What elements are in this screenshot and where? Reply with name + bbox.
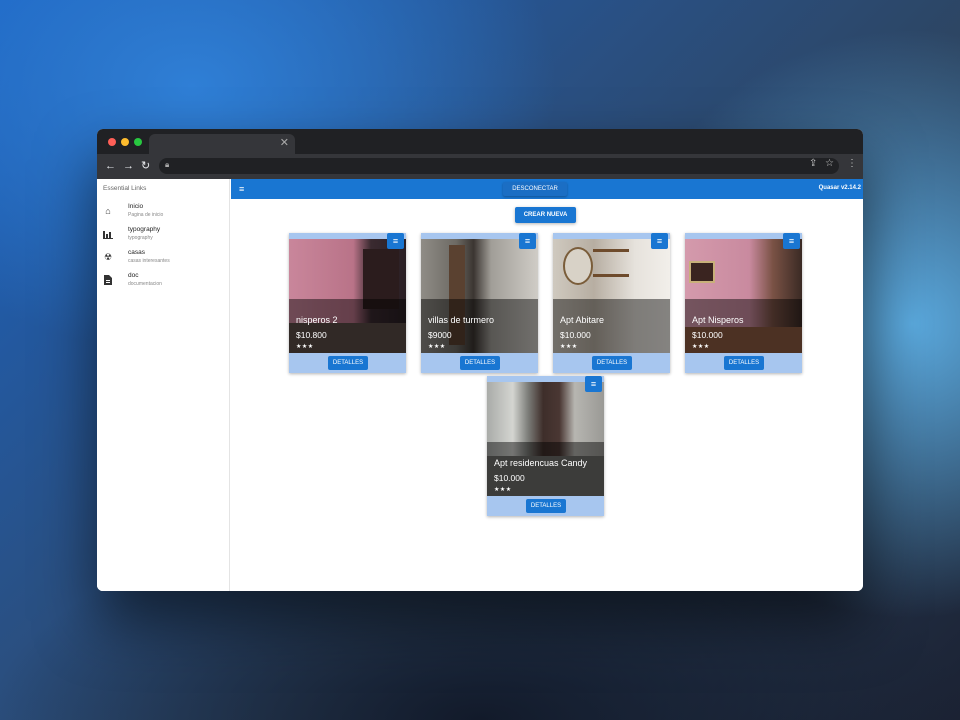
sidebar-item-doc[interactable]: doc documentacion bbox=[97, 270, 229, 292]
sidebar-item-caption: Pagina de inicio bbox=[128, 212, 164, 218]
drawer-header: Essential Links bbox=[103, 185, 147, 192]
details-button[interactable]: DETALLES bbox=[460, 356, 500, 370]
close-icon[interactable]: ✕ bbox=[280, 136, 289, 149]
card-price: $10.000 bbox=[560, 330, 591, 340]
card-menu-button[interactable]: ≡ bbox=[387, 233, 404, 249]
sidebar-item-label: Inicio bbox=[128, 203, 144, 210]
create-new-button[interactable]: CREAR NUEVA bbox=[515, 207, 576, 223]
sidebar-item-typography[interactable]: typography typography bbox=[97, 224, 229, 246]
browser-window: ✕ ← → ↻ 🔒︎ ⇪ ☆ ⋮ Essential Links ⌂ Inici… bbox=[97, 129, 863, 591]
property-card: Apt Abitare $10.000 ★★★ ≡ DETALLES bbox=[553, 233, 670, 373]
sidebar-item-casas[interactable]: ☢ casas casas interesantes bbox=[97, 247, 229, 269]
details-button[interactable]: DETALLES bbox=[328, 356, 368, 370]
share-icon[interactable]: ⇪ bbox=[809, 158, 817, 169]
property-photo: Apt Abitare $10.000 ★★★ bbox=[553, 239, 670, 353]
card-menu-button[interactable]: ≡ bbox=[783, 233, 800, 249]
card-menu-button[interactable]: ≡ bbox=[585, 376, 602, 392]
card-title: Apt Nisperos bbox=[692, 315, 744, 325]
url-field[interactable]: 🔒︎ bbox=[159, 158, 839, 174]
property-card: villas de turmero $9000 ★★★ ≡ DETALLES bbox=[421, 233, 538, 373]
casas-icon: ☢ bbox=[103, 252, 113, 262]
property-photo: villas de turmero $9000 ★★★ bbox=[421, 239, 538, 353]
card-rating: ★★★ bbox=[692, 344, 710, 350]
card-rating: ★★★ bbox=[296, 344, 314, 350]
forward-icon[interactable]: → bbox=[123, 159, 134, 173]
property-photo: Apt Nisperos $10.000 ★★★ bbox=[685, 239, 802, 353]
card-price: $10.000 bbox=[494, 473, 525, 483]
card-price: $10.800 bbox=[296, 330, 327, 340]
card-title: Apt residencuas Candy bbox=[494, 458, 588, 468]
property-card: nisperos 2 $10.800 ★★★ ≡ DETALLES bbox=[289, 233, 406, 373]
sidebar-item-caption: typography bbox=[128, 235, 153, 241]
sidebar-item-label: doc bbox=[128, 272, 139, 279]
minimize-window-button[interactable] bbox=[121, 138, 129, 146]
browser-tab[interactable]: ✕ bbox=[149, 134, 295, 154]
doc-icon bbox=[103, 275, 113, 285]
address-bar: ← → ↻ 🔒︎ ⇪ ☆ ⋮ bbox=[97, 154, 863, 179]
reload-icon[interactable]: ↻ bbox=[141, 159, 150, 173]
home-icon: ⌂ bbox=[105, 206, 111, 216]
sidebar-item-caption: casas interesantes bbox=[128, 258, 170, 264]
property-card: Apt Nisperos $10.000 ★★★ ≡ DETALLES bbox=[685, 233, 802, 373]
card-menu-button[interactable]: ≡ bbox=[519, 233, 536, 249]
property-photo: nisperos 2 $10.800 ★★★ bbox=[289, 239, 406, 353]
details-button[interactable]: DETALLES bbox=[592, 356, 632, 370]
version-label: Quasar v2.14.2 bbox=[818, 185, 861, 191]
card-rating: ★★★ bbox=[428, 344, 446, 350]
sidebar-item-caption: documentacion bbox=[128, 281, 162, 287]
sidebar-item-inicio[interactable]: ⌂ Inicio Pagina de inicio bbox=[97, 201, 229, 223]
lock-icon: 🔒︎ bbox=[165, 160, 170, 169]
sidebar-item-label: typography bbox=[128, 226, 161, 233]
star-icon[interactable]: ☆ bbox=[825, 158, 834, 169]
details-button[interactable]: DETALLES bbox=[526, 499, 566, 513]
property-card: Apt residencuas Candy $10.000 ★★★ ≡ DETA… bbox=[487, 376, 604, 516]
maximize-window-button[interactable] bbox=[134, 138, 142, 146]
logout-button[interactable]: DESCONECTAR bbox=[503, 182, 567, 196]
card-price: $9000 bbox=[428, 330, 452, 340]
sidebar-drawer: Essential Links ⌂ Inicio Pagina de inici… bbox=[97, 179, 230, 591]
card-title: Apt Abitare bbox=[560, 315, 605, 325]
details-button[interactable]: DETALLES bbox=[724, 356, 764, 370]
sidebar-item-label: casas bbox=[128, 249, 145, 256]
property-photo: Apt residencuas Candy $10.000 ★★★ bbox=[487, 382, 604, 496]
card-menu-button[interactable]: ≡ bbox=[651, 233, 668, 249]
page-content: Essential Links ⌂ Inicio Pagina de inici… bbox=[97, 179, 863, 591]
tab-bar: ✕ bbox=[97, 129, 863, 154]
close-window-button[interactable] bbox=[108, 138, 116, 146]
bar-chart-icon bbox=[103, 229, 113, 239]
card-price: $10.000 bbox=[692, 330, 723, 340]
card-rating: ★★★ bbox=[494, 487, 512, 493]
menu-toggle-icon[interactable]: ≡ bbox=[239, 184, 244, 194]
card-title: villas de turmero bbox=[428, 315, 495, 325]
top-toolbar: ≡ DESCONECTAR Quasar v2.14.2 bbox=[231, 179, 863, 199]
card-rating: ★★★ bbox=[560, 344, 578, 350]
kebab-menu-icon[interactable]: ⋮ bbox=[847, 158, 857, 169]
back-icon[interactable]: ← bbox=[105, 159, 116, 173]
card-title: nisperos 2 bbox=[296, 315, 338, 325]
